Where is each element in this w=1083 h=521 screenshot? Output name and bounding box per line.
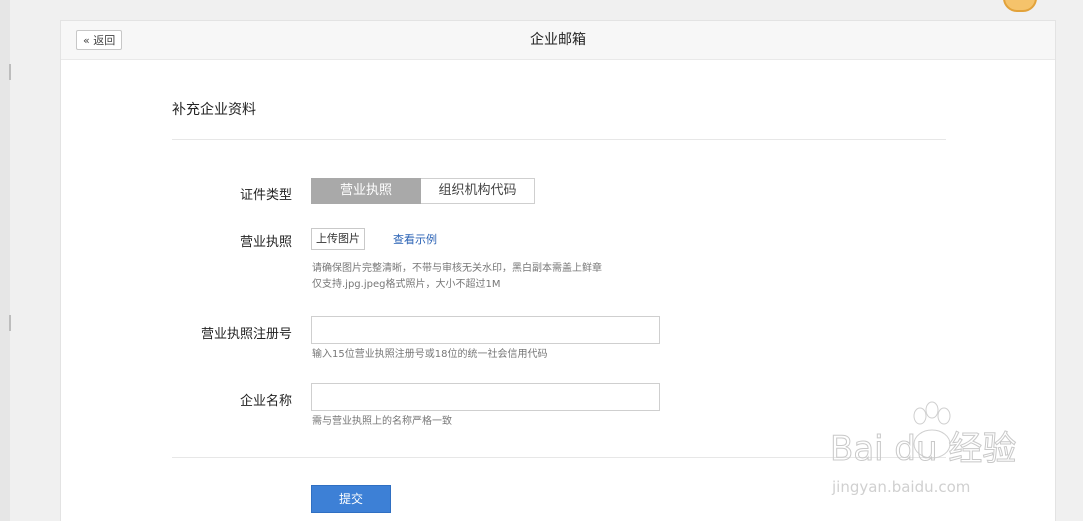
left-edge-marker <box>9 64 11 80</box>
company-name-label: 企业名称 <box>239 394 292 409</box>
watermark-url: jingyan.baidu.com <box>831 478 970 496</box>
baidu-jingyan-watermark: Bai du 经验 jingyan.baidu.com <box>830 401 1017 496</box>
submit-button[interactable]: 提交 <box>311 485 391 513</box>
company-name-input[interactable] <box>311 383 660 411</box>
license-label: 营业执照 <box>239 235 292 250</box>
panel-header: « 返回 企业邮箱 <box>61 21 1055 60</box>
page-title: 企业邮箱 <box>530 32 586 48</box>
watermark-brand: Bai du 经验 <box>830 429 1016 469</box>
cert-type-option-business-license[interactable]: 营业执照 <box>311 178 421 204</box>
view-example-link[interactable]: 查看示例 <box>393 231 437 247</box>
cert-type-label: 证件类型 <box>239 188 292 203</box>
reg-number-label: 营业执照注册号 <box>200 327 292 342</box>
company-name-hint: 需与营业执照上的名称严格一致 <box>312 416 452 427</box>
section-title: 补充企业资料 <box>172 102 256 118</box>
reg-number-hint: 输入15位营业执照注册号或18位的统一社会信用代码 <box>312 349 548 360</box>
upload-image-button[interactable]: 上传图片 <box>311 228 365 250</box>
left-edge-marker <box>9 315 11 331</box>
corner-badge-icon <box>1003 0 1037 12</box>
cert-type-option-org-code[interactable]: 组织机构代码 <box>421 178 535 204</box>
license-hint-line: 仅支持.jpg.jpeg格式照片，大小不超过1M <box>312 279 501 290</box>
license-hint-line: 请确保图片完整清晰，不带与审核无关水印，黑白副本需盖上鲜章 <box>312 263 602 274</box>
section-divider <box>172 139 946 140</box>
cert-type-segmented-control: 营业执照 组织机构代码 <box>311 178 535 204</box>
reg-number-input[interactable] <box>311 316 660 344</box>
